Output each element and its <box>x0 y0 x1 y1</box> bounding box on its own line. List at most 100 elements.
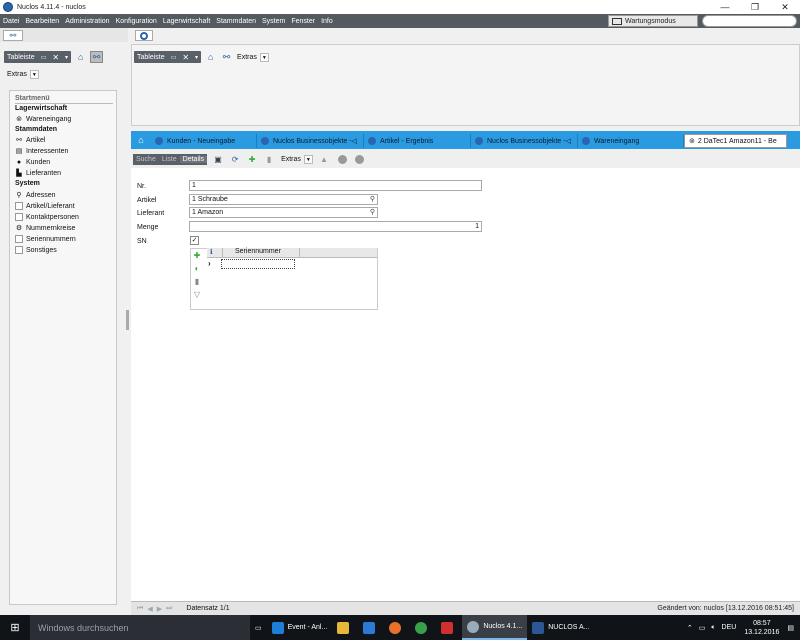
menu-item-adressen[interactable]: ⚲ Adressen <box>15 191 55 200</box>
taskbar-app-word[interactable]: NUCLOS A... <box>527 615 594 640</box>
first-record-icon[interactable]: ⏮ <box>137 605 143 613</box>
menu-administration[interactable]: Administration <box>62 18 112 25</box>
artikel-lookup-field[interactable]: 1 Schraube ⚲ <box>189 194 378 205</box>
lieferant-lookup-field[interactable]: 1 Amazon ⚲ <box>189 207 378 218</box>
taskbar-app-nuclos[interactable]: Nuclos 4.1... <box>462 615 528 640</box>
window-controls: — ❐ ✕ <box>710 0 800 14</box>
menu-item-lieferanten[interactable]: ▙ Lieferanten <box>15 169 61 178</box>
taskbar-app-edge[interactable]: Event - Anl... <box>267 615 333 640</box>
tree-icon: ⚯ <box>16 137 22 144</box>
menu-item-label: Interessenten <box>26 147 69 155</box>
close-icon[interactable]: ✕ <box>182 53 189 62</box>
next-record-icon[interactable]: ▶ <box>157 605 162 613</box>
left-tableiste-dropdown[interactable]: Tableiste ▭ ✕ ▾ <box>4 51 72 63</box>
xmind-icon[interactable] <box>436 615 462 640</box>
search-icon[interactable]: ⚲ <box>370 195 375 204</box>
chrome-icon[interactable] <box>410 615 436 640</box>
delete-icon[interactable]: ▮ <box>263 153 275 165</box>
tab-nuclos-businessobjekte-2[interactable]: Nuclos Businessobjekte -◁ <box>471 134 578 148</box>
left-extras-button[interactable]: Extras ▼ <box>7 70 39 79</box>
menu-info[interactable]: Info <box>318 18 336 25</box>
refresh-icon[interactable]: ⟳ <box>229 153 241 165</box>
menu-item-artikel-lieferant[interactable]: Artikel/Lieferant <box>15 202 75 210</box>
tab-artikel-ergebnis[interactable]: Artikel - Ergebnis <box>364 134 471 148</box>
prev-record-icon[interactable]: ◀ <box>147 605 152 613</box>
tab-kunden-neueingabe[interactable]: Kunden - Neueingabe <box>151 134 257 148</box>
volume-icon[interactable]: 🔈︎ <box>711 624 715 632</box>
maximize-button[interactable]: ❐ <box>740 0 770 14</box>
menu-fenster[interactable]: Fenster <box>288 18 318 25</box>
menge-field[interactable]: 1 <box>189 221 482 232</box>
detail-extras-button[interactable]: Extras ▼ <box>281 154 313 164</box>
tree-view-icon[interactable]: ⚯ <box>90 51 104 63</box>
save-icon[interactable]: ▣ <box>212 153 224 165</box>
tree-view-icon[interactable]: ⚯ <box>220 51 233 63</box>
seriennummer-column-header[interactable]: Seriennummer <box>222 248 300 258</box>
global-search-input[interactable] <box>702 15 797 27</box>
notifications-icon[interactable]: ▤ <box>787 624 794 632</box>
firefox-icon[interactable] <box>384 615 410 640</box>
last-record-icon[interactable]: ⏭ <box>166 605 172 613</box>
menu-item-artikel[interactable]: ⚯ Artikel <box>15 136 45 145</box>
taskbar-app-label: Nuclos 4.1... <box>483 623 523 630</box>
sn-checkbox[interactable]: ✓ <box>190 236 199 245</box>
search-icon[interactable]: ⚲ <box>370 208 375 217</box>
clock-date: 13.12.2016 <box>744 628 780 636</box>
right-tableiste-dropdown[interactable]: Tableiste ▭ ✕ ▾ <box>134 51 202 63</box>
delete-row-icon[interactable]: ▮ <box>191 275 203 287</box>
show-hidden-icons-icon[interactable]: ⌃ <box>687 624 693 632</box>
details-view-button[interactable]: Details <box>179 155 208 163</box>
close-button[interactable]: ✕ <box>770 0 800 14</box>
menu-item-interessenten[interactable]: ▤ Interessenten <box>15 147 69 156</box>
explorer-icon[interactable] <box>332 615 358 640</box>
filter-icon[interactable]: ▽ <box>191 288 203 300</box>
clone-row-icon[interactable]: ◐ <box>191 262 203 274</box>
add-row-icon[interactable]: ✚ <box>191 249 203 261</box>
box-icon <box>15 213 23 221</box>
menu-bearbeiten[interactable]: Bearbeiten <box>22 18 62 25</box>
left-panel-tab[interactable]: ⚯ <box>3 30 23 41</box>
maintenance-mode-button[interactable]: Wartungsmodus <box>608 15 698 27</box>
sn-label: SN <box>137 238 147 245</box>
home-icon[interactable]: ⌂ <box>204 51 217 63</box>
taskbar-search-box[interactable]: Windows durchsuchen <box>30 615 250 640</box>
group-lagerwirtschaft: Lagerwirtschaft <box>15 105 68 112</box>
tab-nuclos-businessobjekte-1[interactable]: Nuclos Businessobjekte -◁ <box>257 134 364 148</box>
menu-item-nummernkreise[interactable]: ⚙ Nummernkreise <box>15 224 76 233</box>
menu-item-seriennummern[interactable]: Seriennummern <box>15 235 76 243</box>
windows-start-icon[interactable]: ⊞ <box>0 615 30 640</box>
menu-stammdaten[interactable]: Stammdaten <box>213 18 259 25</box>
extras-label: Extras <box>281 155 301 163</box>
menu-item-kontaktpersonen[interactable]: Kontaktpersonen <box>15 213 79 221</box>
new-record-icon[interactable]: ✚ <box>246 153 258 165</box>
menu-datei[interactable]: Datei <box>0 18 22 25</box>
home-tab-icon[interactable]: ⌂ <box>131 131 151 149</box>
nr-field[interactable]: 1 <box>189 180 482 191</box>
list-view-button[interactable]: Liste <box>159 156 180 163</box>
language-indicator[interactable]: DEU <box>722 624 737 631</box>
network-icon[interactable]: ▭ <box>699 624 706 632</box>
tab-datec-amazon-active[interactable]: ⊚ 2 DaTec1 Amazon11 - Be <box>684 134 787 148</box>
menu-item-wareneingang[interactable]: ⊚ Wareneingang <box>15 115 71 124</box>
close-icon[interactable]: ✕ <box>52 53 59 62</box>
right-extras-button[interactable]: Extras ▼ <box>237 52 269 62</box>
menu-system[interactable]: System <box>259 18 288 25</box>
minimize-button[interactable]: — <box>710 0 740 14</box>
panel-splitter-handle[interactable] <box>126 310 129 330</box>
menu-item-sonstiges[interactable]: Sonstiges <box>15 246 57 254</box>
store-icon[interactable] <box>358 615 384 640</box>
menu-konfiguration[interactable]: Konfiguration <box>113 18 160 25</box>
menu-item-kunden[interactable]: ● Kunden <box>15 158 50 166</box>
right-panel-tab[interactable] <box>135 30 153 41</box>
history-icon[interactable] <box>354 154 364 164</box>
info-icon[interactable] <box>337 154 347 164</box>
search-view-button[interactable]: Suche <box>133 156 159 163</box>
tab-wareneingang[interactable]: Wareneingang <box>578 134 684 148</box>
menu-lagerwirtschaft[interactable]: Lagerwirtschaft <box>160 18 213 25</box>
nuclos-logo-icon <box>261 137 269 145</box>
home-icon[interactable]: ⌂ <box>74 51 87 63</box>
task-view-icon[interactable]: ▭ <box>250 615 267 640</box>
print-icon[interactable]: ▲ <box>318 153 330 165</box>
seriennummer-cell-editor[interactable] <box>221 259 295 269</box>
taskbar-clock[interactable]: 08:57 13.12.2016 <box>744 619 779 637</box>
